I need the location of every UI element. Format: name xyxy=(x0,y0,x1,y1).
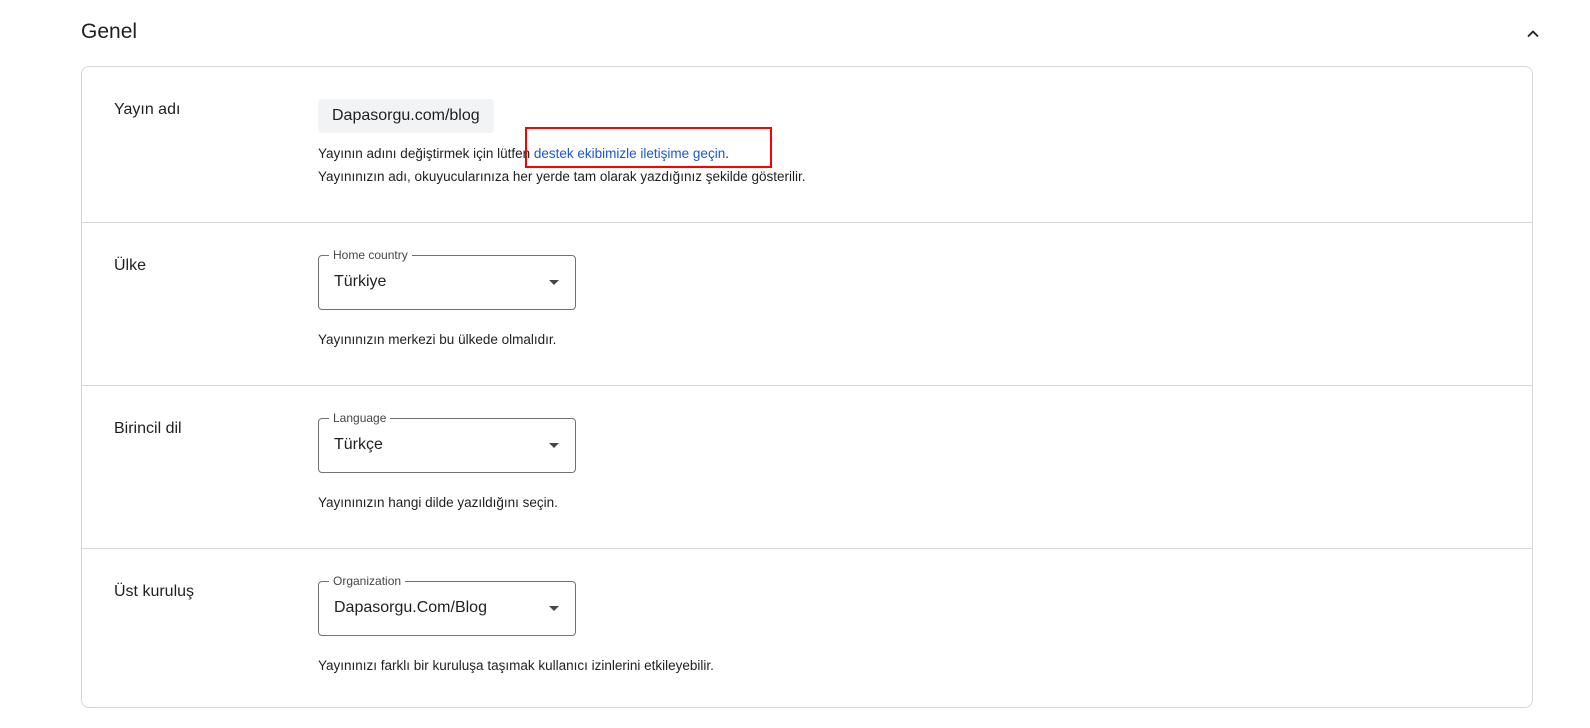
country-select-value: Türkiye xyxy=(334,273,387,290)
publication-name-label: Yayın adı xyxy=(114,101,181,118)
row-organization: Üst kuruluş Organization Dapasorgu.Com/B… xyxy=(82,548,1532,707)
language-select-value: Türkçe xyxy=(334,436,383,453)
publication-name-value: Dapasorgu.com/blog xyxy=(318,99,494,133)
chevron-up-icon xyxy=(1527,30,1539,38)
country-label: Ülke xyxy=(114,257,147,274)
dropdown-arrow-icon xyxy=(549,606,559,611)
organization-help: Yayınınızı farklı bir kuruluşa taşımak k… xyxy=(318,658,714,673)
organization-select-label: Organization xyxy=(329,574,406,588)
help-text-suffix: . xyxy=(725,146,729,161)
help-text-prefix: Yayının adını değiştirmek için lütfen xyxy=(318,146,534,161)
contact-support-link[interactable]: destek ekibimizle iletişime geçin xyxy=(534,146,725,161)
section-title: Genel xyxy=(81,20,138,43)
publication-name-help: Yayının adını değiştirmek için lütfen de… xyxy=(318,142,729,165)
language-label: Birincil dil xyxy=(114,420,182,437)
settings-card: Yayın adı Dapasorgu.com/blog Yayının adı… xyxy=(81,66,1533,708)
row-country: Ülke Home country Türkiye Yayınınızın me… xyxy=(82,222,1532,385)
section-header: Genel xyxy=(81,18,1561,54)
organization-label: Üst kuruluş xyxy=(114,583,195,600)
language-select-label: Language xyxy=(329,411,391,425)
dropdown-arrow-icon xyxy=(549,280,559,285)
dropdown-arrow-icon xyxy=(549,443,559,448)
language-help: Yayınınızın hangi dilde yazıldığını seçi… xyxy=(318,495,558,510)
country-help: Yayınınızın merkezi bu ülkede olmalıdır. xyxy=(318,332,557,347)
organization-select[interactable]: Organization Dapasorgu.Com/Blog xyxy=(318,574,576,636)
language-select[interactable]: Language Türkçe xyxy=(318,411,576,473)
publication-name-help-line2: Yayınınızın adı, okuyucularınıza her yer… xyxy=(318,169,806,184)
row-language: Birincil dil Language Türkçe Yayınınızın… xyxy=(82,385,1532,548)
country-select-label: Home country xyxy=(329,248,412,262)
country-select[interactable]: Home country Türkiye xyxy=(318,248,576,310)
organization-select-value: Dapasorgu.Com/Blog xyxy=(334,599,487,616)
collapse-button[interactable] xyxy=(1521,22,1545,46)
row-publication-name: Yayın adı Dapasorgu.com/blog Yayının adı… xyxy=(82,67,1532,222)
